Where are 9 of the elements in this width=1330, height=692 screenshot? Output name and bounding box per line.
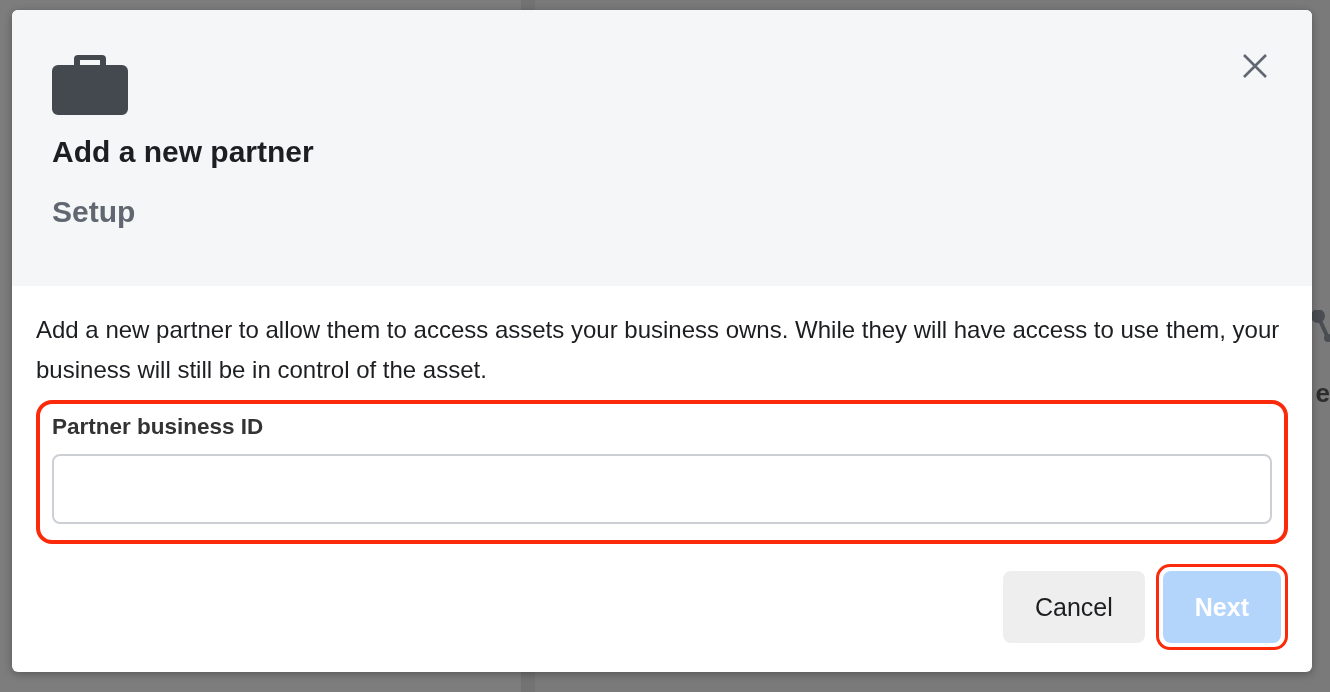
close-icon[interactable] <box>1242 53 1268 79</box>
input-field[interactable] <box>52 454 1272 524</box>
dialog-title: Add a new partner <box>52 135 315 169</box>
cancel-button[interactable]: Cancel <box>1003 571 1145 643</box>
side-label: e <box>1315 378 1330 409</box>
dialog-subtitle: Setup <box>52 195 137 229</box>
briefcase-icon <box>52 53 128 115</box>
field-label: Partner business ID <box>52 414 265 440</box>
description-text: Add a new partner to allow them to access assets your business owns. While they will have access to use them, your business will still be in control of the asset. <box>36 315 1281 385</box>
